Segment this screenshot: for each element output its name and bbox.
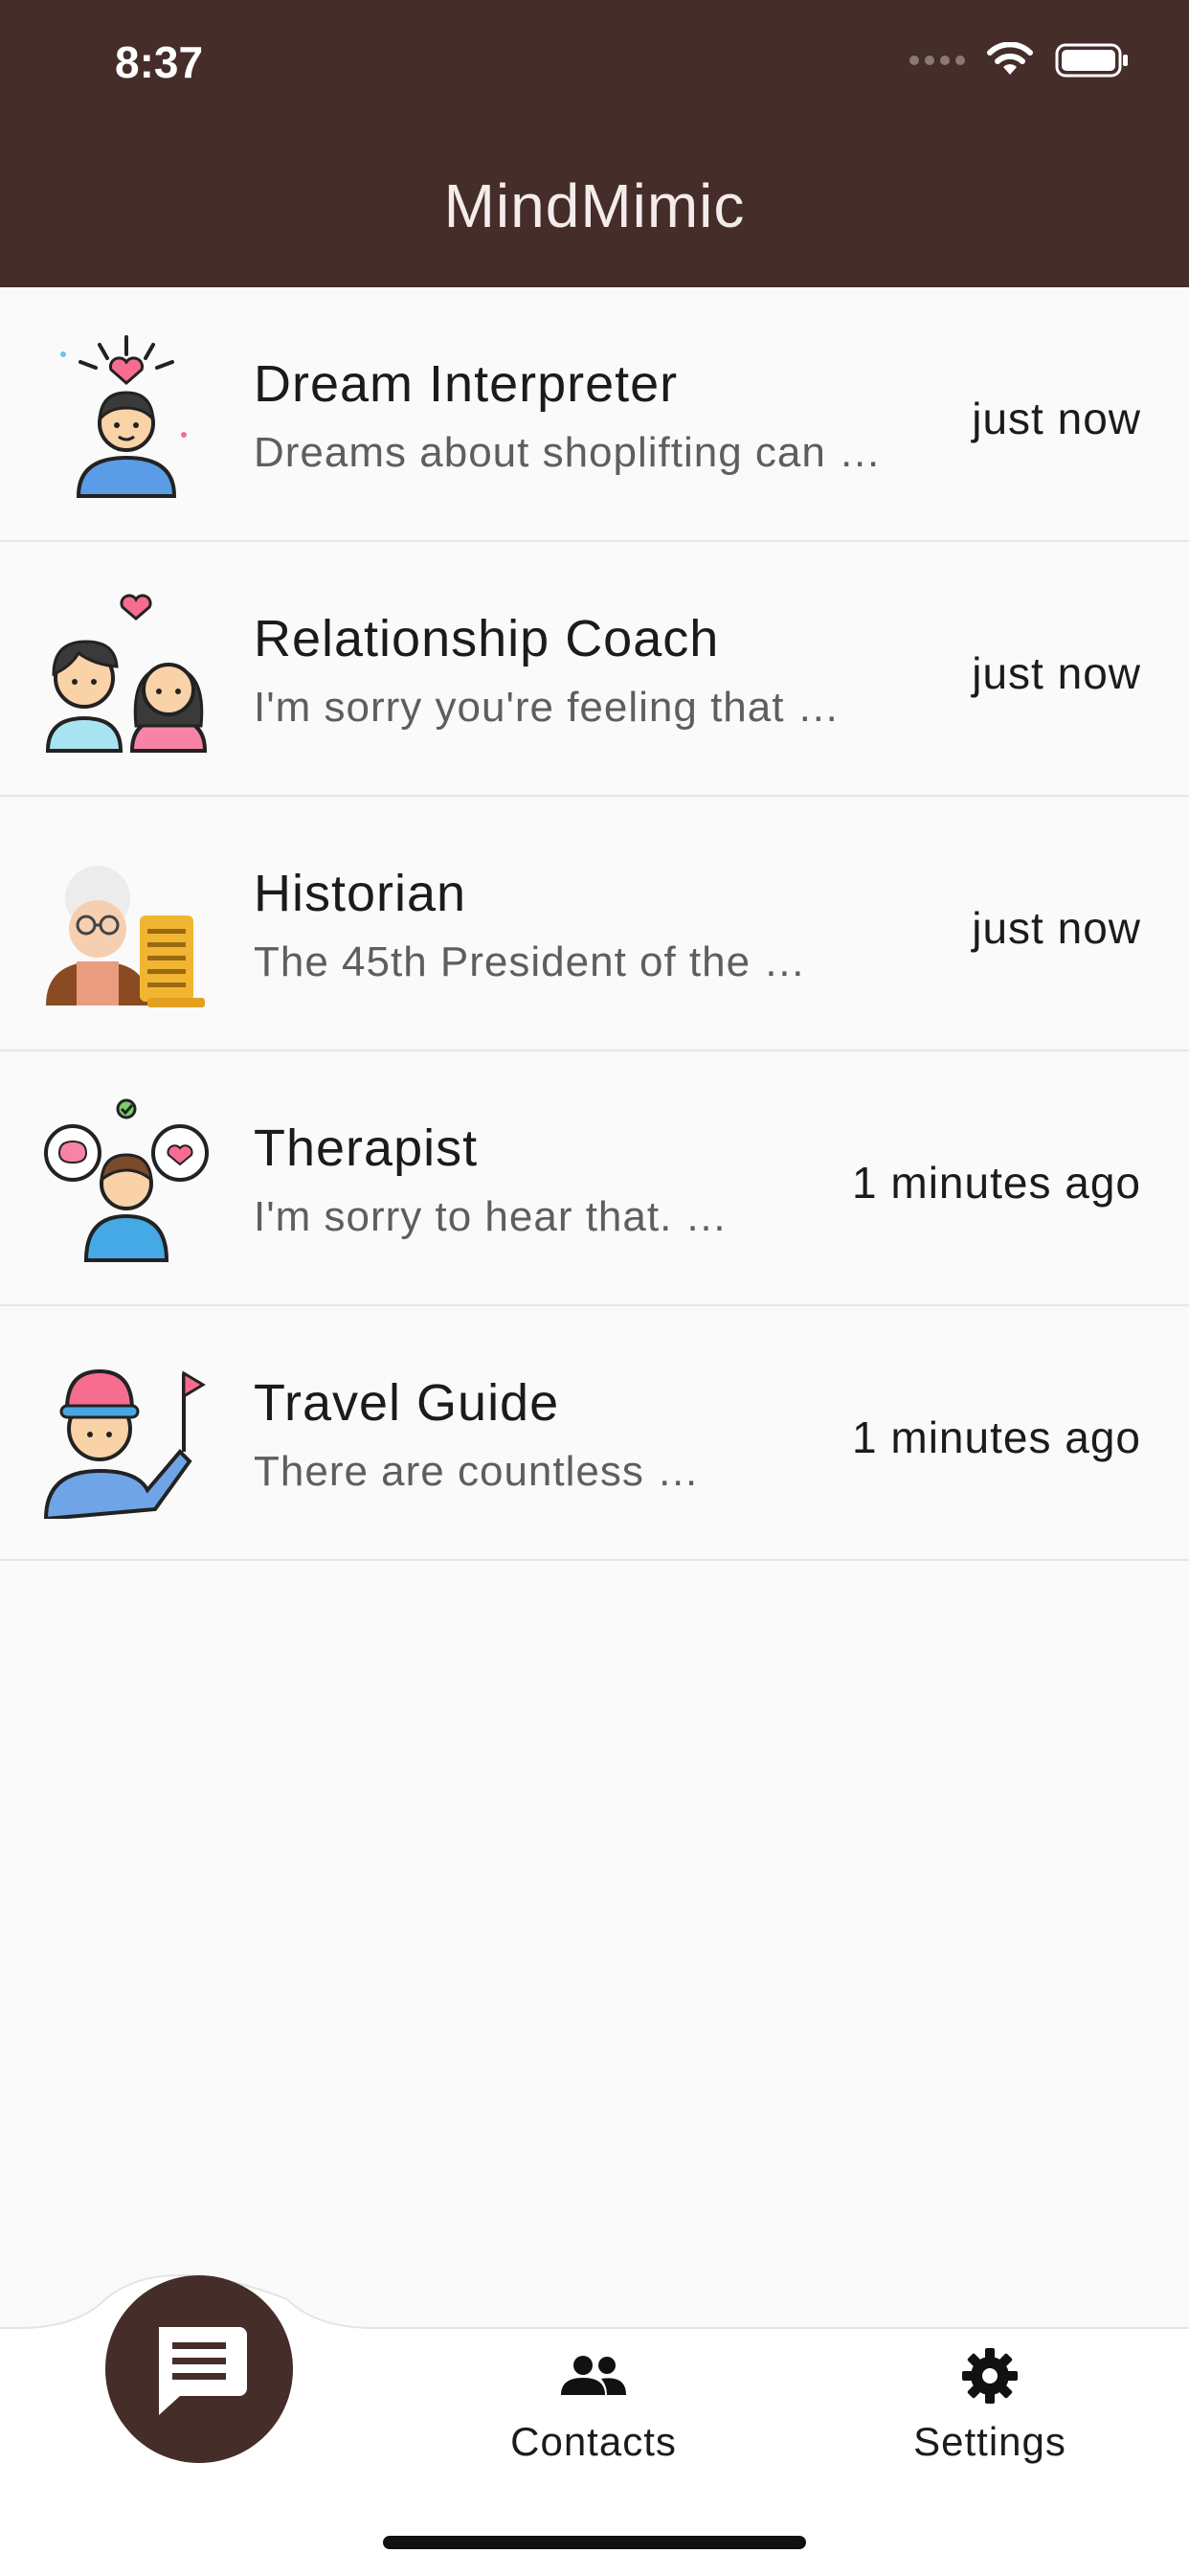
battery-icon (1055, 43, 1128, 78)
relationship-coach-avatar-icon (40, 582, 213, 755)
historian-avatar-icon (40, 837, 213, 1009)
wifi-icon (987, 42, 1033, 75)
chat-bubble-icon (159, 2327, 247, 2415)
conversation-item-relationship-coach[interactable]: Relationship Coach I'm sorry you're feel… (0, 542, 1189, 797)
conversation-preview: Dreams about shoplifting can … (254, 429, 883, 476)
conversation-item-therapist[interactable]: Therapist I'm sorry to hear that. … 1 mi… (0, 1051, 1189, 1306)
travel-guide-avatar-icon (40, 1346, 213, 1519)
settings-tab-label: Settings (913, 2419, 1066, 2464)
page-title: MindMimic (443, 171, 746, 240)
conversation-name: Historian (254, 865, 467, 922)
contacts-tab-label: Contacts (510, 2419, 677, 2464)
chats-tab-button[interactable] (105, 2275, 293, 2463)
conversation-preview: I'm sorry to hear that. … (254, 1193, 729, 1240)
conversation-name: Therapist (254, 1119, 479, 1177)
conversation-time: just now (972, 648, 1141, 698)
dream-interpreter-avatar-icon (40, 328, 213, 500)
conversation-time: 1 minutes ago (852, 1412, 1141, 1462)
conversation-preview: There are countless … (254, 1448, 701, 1495)
conversation-time: just now (972, 394, 1141, 443)
conversation-item-travel-guide[interactable]: Travel Guide There are countless … 1 min… (0, 1306, 1189, 1561)
status-icons (909, 42, 1130, 79)
conversation-time: 1 minutes ago (852, 1158, 1141, 1208)
conversation-name: Dream Interpreter (254, 355, 679, 413)
conversation-preview: I'm sorry you're feeling that … (254, 684, 841, 731)
settings-tab-button[interactable]: Settings (846, 2346, 1133, 2465)
contacts-tab-button[interactable]: Contacts (450, 2346, 737, 2465)
gear-icon (962, 2348, 1018, 2404)
people-icon (561, 2356, 626, 2395)
conversation-name: Travel Guide (254, 1374, 560, 1432)
status-time: 8:37 (115, 37, 204, 87)
conversation-name: Relationship Coach (254, 610, 720, 667)
conversation-list: Dream Interpreter Dreams about shoplifti… (0, 287, 1189, 1561)
conversation-item-historian[interactable]: Historian The 45th President of the … ju… (0, 797, 1189, 1051)
conversation-time: just now (972, 903, 1141, 953)
app-header: 8:37 MindMimic (0, 0, 1189, 287)
conversation-item-dream-interpreter[interactable]: Dream Interpreter Dreams about shoplifti… (0, 287, 1189, 542)
cellular-signal-icon (909, 56, 965, 65)
home-indicator (383, 2536, 806, 2549)
therapist-avatar-icon (40, 1092, 213, 1264)
conversation-preview: The 45th President of the … (254, 938, 807, 985)
